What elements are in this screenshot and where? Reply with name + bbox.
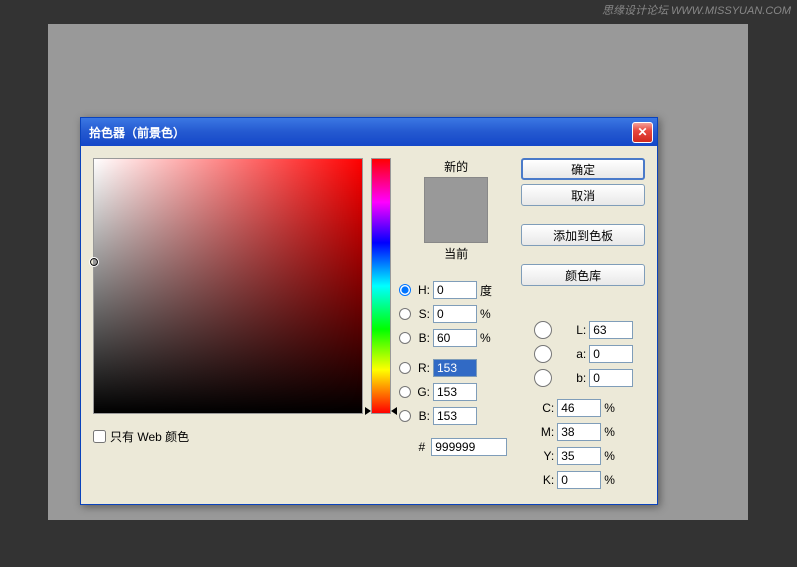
label-y: Y: — [536, 449, 554, 463]
radio-r[interactable] — [399, 362, 411, 374]
label-a: a: — [568, 347, 586, 361]
dialog-title: 拾色器（前景色） — [89, 124, 632, 141]
radio-b-lab[interactable] — [521, 369, 565, 387]
input-k[interactable] — [557, 471, 601, 489]
input-r[interactable] — [433, 359, 477, 377]
unit-s: % — [480, 307, 496, 321]
radio-s[interactable] — [399, 308, 411, 320]
close-icon: ✕ — [637, 125, 647, 139]
unit-y: % — [604, 449, 618, 463]
label-b-lab: b: — [568, 371, 586, 385]
unit-h: 度 — [480, 282, 496, 299]
unit-k: % — [604, 473, 618, 487]
web-only-input[interactable] — [93, 430, 106, 443]
input-m[interactable] — [557, 423, 601, 441]
label-g: G: — [414, 385, 430, 399]
input-b-lab[interactable] — [589, 369, 633, 387]
input-g[interactable] — [433, 383, 477, 401]
input-b-rgb[interactable] — [433, 407, 477, 425]
input-b-hsb[interactable] — [433, 329, 477, 347]
titlebar[interactable]: 拾色器（前景色） ✕ — [81, 118, 657, 146]
web-only-label: 只有 Web 颜色 — [110, 428, 189, 445]
radio-a[interactable] — [521, 345, 565, 363]
radio-b-hsb[interactable] — [399, 332, 411, 344]
saturation-value-field[interactable] — [93, 158, 363, 414]
label-c: C: — [536, 401, 554, 415]
unit-m: % — [604, 425, 618, 439]
input-a[interactable] — [589, 345, 633, 363]
input-y[interactable] — [557, 447, 601, 465]
label-b-rgb: B: — [414, 409, 430, 423]
hue-indicator-right — [391, 407, 397, 415]
cancel-button[interactable]: 取消 — [521, 184, 645, 206]
label-l: L: — [568, 323, 586, 337]
color-lib-button[interactable]: 颜色库 — [521, 264, 645, 286]
input-s[interactable] — [433, 305, 477, 323]
radio-h[interactable] — [399, 284, 411, 296]
label-m: M: — [536, 425, 554, 439]
label-s: S: — [414, 307, 430, 321]
label-k: K: — [536, 473, 554, 487]
current-color-label: 当前 — [444, 245, 468, 262]
ok-button[interactable]: 确定 — [521, 158, 645, 180]
label-h: H: — [414, 283, 430, 297]
label-r: R: — [414, 361, 430, 375]
web-only-checkbox[interactable]: 只有 Web 颜色 — [93, 428, 391, 445]
color-picker-dialog: 拾色器（前景色） ✕ 只有 Web 颜色 新的 当前 — [80, 117, 658, 505]
input-c[interactable] — [557, 399, 601, 417]
input-hex[interactable] — [431, 438, 507, 456]
label-b-hsb: B: — [414, 331, 430, 345]
color-swatch — [424, 177, 488, 243]
hue-indicator-left — [365, 407, 371, 415]
unit-b-hsb: % — [480, 331, 496, 345]
radio-b-rgb[interactable] — [399, 410, 411, 422]
hex-prefix: # — [419, 440, 426, 454]
radio-g[interactable] — [399, 386, 411, 398]
add-swatch-button[interactable]: 添加到色板 — [521, 224, 645, 246]
radio-l[interactable] — [521, 321, 565, 339]
close-button[interactable]: ✕ — [632, 122, 653, 143]
input-h[interactable] — [433, 281, 477, 299]
hue-slider[interactable] — [371, 158, 391, 414]
new-color-label: 新的 — [444, 158, 468, 175]
watermark: 思缘设计论坛 WWW.MISSYUAN.COM — [602, 2, 791, 18]
input-l[interactable] — [589, 321, 633, 339]
unit-c: % — [604, 401, 618, 415]
sv-cursor[interactable] — [89, 257, 99, 267]
